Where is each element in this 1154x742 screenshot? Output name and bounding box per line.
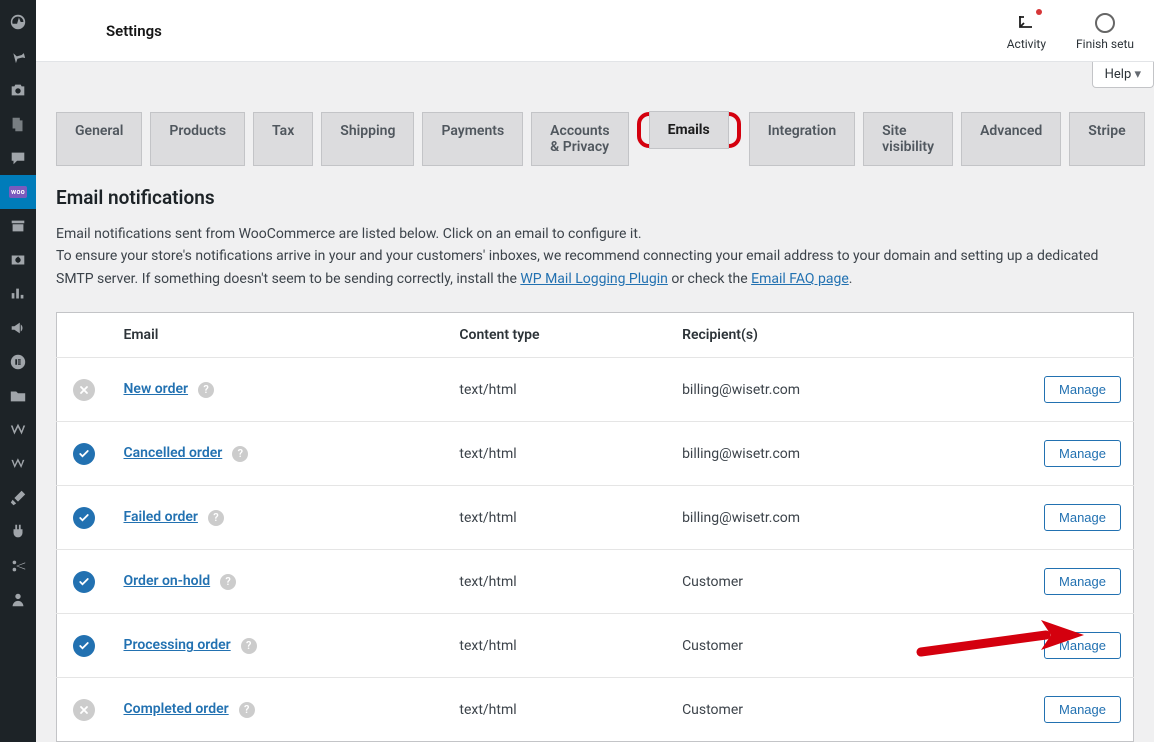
status-enabled-icon: [73, 635, 95, 657]
help-icon[interactable]: ?: [198, 382, 214, 398]
cell-recipient: billing@wisetr.com: [670, 486, 973, 550]
section-description: Email notifications sent from WooCommerc…: [56, 223, 1134, 290]
tab-shipping[interactable]: Shipping: [321, 112, 414, 166]
help-icon[interactable]: ?: [220, 574, 236, 590]
tab-accounts-privacy[interactable]: Accounts & Privacy: [531, 112, 628, 166]
activity-button[interactable]: Activity: [1007, 11, 1046, 51]
cell-content-type: text/html: [447, 550, 670, 614]
th-status: [57, 313, 112, 358]
camera-icon[interactable]: [0, 73, 36, 107]
stats-icon[interactable]: [0, 277, 36, 311]
email-name-link[interactable]: Failed order: [124, 509, 198, 525]
pages-icon[interactable]: [0, 107, 36, 141]
intro-line-1: Email notifications sent from WooCommerc…: [56, 223, 1134, 245]
admin-sidebar: woo $: [0, 0, 36, 742]
table-row: Completed order? text/htmlCustomer Manage: [57, 678, 1134, 742]
elementor-icon[interactable]: [0, 345, 36, 379]
pin-icon[interactable]: [0, 39, 36, 73]
tab-integration[interactable]: Integration: [749, 112, 855, 166]
settings-tabs: General Products Tax Shipping Payments A…: [56, 112, 1134, 166]
email-name-link[interactable]: Completed order: [124, 701, 229, 717]
money-icon[interactable]: $: [0, 243, 36, 277]
cell-recipient: Customer: [670, 550, 973, 614]
intro-line-2b: or check the: [668, 271, 751, 287]
comments-icon[interactable]: [0, 141, 36, 175]
table-row: Failed order? text/htmlbilling@wisetr.com…: [57, 486, 1134, 550]
email-name-link[interactable]: Cancelled order: [124, 445, 223, 461]
table-row: Processing order? text/htmlCustomer Manage: [57, 614, 1134, 678]
woo-badge-icon: woo: [9, 186, 27, 198]
manage-button[interactable]: Manage: [1044, 504, 1121, 531]
cell-recipient: Customer: [670, 678, 973, 742]
activity-label: Activity: [1007, 37, 1046, 51]
notification-dot-icon: [1036, 9, 1042, 15]
cell-recipient: Customer: [670, 614, 973, 678]
page-title: Settings: [56, 22, 162, 40]
tab-site-visibility[interactable]: Site visibility: [863, 112, 953, 166]
status-enabled-icon: [73, 507, 95, 529]
tab-tax[interactable]: Tax: [253, 112, 313, 166]
finish-label: Finish setu: [1076, 37, 1134, 51]
th-email: Email: [112, 313, 448, 358]
cell-recipient: billing@wisetr.com: [670, 422, 973, 486]
table-row: New order? text/htmlbilling@wisetr.com Man…: [57, 358, 1134, 422]
cell-recipient: billing@wisetr.com: [670, 358, 973, 422]
manage-button[interactable]: Manage: [1044, 376, 1121, 403]
manage-button[interactable]: Manage: [1044, 568, 1121, 595]
help-icon[interactable]: ?: [208, 510, 224, 526]
help-icon[interactable]: ?: [239, 702, 255, 718]
tab-emails[interactable]: Emails: [637, 112, 741, 166]
dashboard-icon[interactable]: [0, 5, 36, 39]
manage-button[interactable]: Manage: [1044, 696, 1121, 723]
users-icon[interactable]: [0, 583, 36, 617]
cell-content-type: text/html: [447, 358, 670, 422]
cell-content-type: text/html: [447, 614, 670, 678]
link-email-faq[interactable]: Email FAQ page: [751, 271, 849, 287]
status-enabled-icon: [73, 571, 95, 593]
tab-stripe[interactable]: Stripe: [1069, 112, 1144, 166]
status-disabled-icon: [73, 699, 95, 721]
finish-setup-button[interactable]: Finish setu: [1076, 11, 1134, 51]
help-icon[interactable]: ?: [241, 638, 257, 654]
tab-advanced[interactable]: Advanced: [961, 112, 1061, 166]
email-name-link[interactable]: Order on-hold: [124, 573, 211, 589]
table-row: Cancelled order? text/htmlbilling@wisetr.…: [57, 422, 1134, 486]
help-icon[interactable]: ?: [232, 446, 248, 462]
scissors-icon[interactable]: [0, 549, 36, 583]
manage-button[interactable]: Manage: [1044, 632, 1121, 659]
top-bar: Settings Activity Finish setu: [36, 0, 1154, 62]
help-tab[interactable]: Help: [1092, 62, 1154, 88]
email-name-link[interactable]: New order: [124, 381, 189, 397]
cell-content-type: text/html: [447, 422, 670, 486]
email-name-link[interactable]: Processing order: [124, 637, 231, 653]
emails-table: Email Content type Recipient(s) New orde…: [56, 312, 1134, 742]
status-disabled-icon: [73, 379, 95, 401]
w1-icon[interactable]: [0, 413, 36, 447]
plugins-icon[interactable]: [0, 515, 36, 549]
th-content-type: Content type: [447, 313, 670, 358]
svg-text:$: $: [16, 256, 20, 265]
progress-ring-icon: [1095, 13, 1115, 33]
status-enabled-icon: [73, 443, 95, 465]
section-heading: Email notifications: [56, 186, 1134, 209]
highlight-box-icon: Emails: [637, 112, 741, 148]
brush-icon[interactable]: [0, 481, 36, 515]
link-wp-mail-logging[interactable]: WP Mail Logging Plugin: [520, 271, 668, 287]
cell-content-type: text/html: [447, 678, 670, 742]
megaphone-icon[interactable]: [0, 311, 36, 345]
archive-icon[interactable]: [0, 209, 36, 243]
tab-general[interactable]: General: [56, 112, 142, 166]
cell-content-type: text/html: [447, 486, 670, 550]
intro-line-2c: .: [849, 271, 853, 287]
th-recipients: Recipient(s): [670, 313, 973, 358]
woo-icon[interactable]: woo: [0, 175, 36, 209]
tab-payments[interactable]: Payments: [422, 112, 523, 166]
w2-icon[interactable]: [0, 447, 36, 481]
table-row: Order on-hold? text/htmlCustomer Manage: [57, 550, 1134, 614]
tab-products[interactable]: Products: [150, 112, 245, 166]
th-actions: [974, 313, 1134, 358]
manage-button[interactable]: Manage: [1044, 440, 1121, 467]
folder-icon[interactable]: [0, 379, 36, 413]
